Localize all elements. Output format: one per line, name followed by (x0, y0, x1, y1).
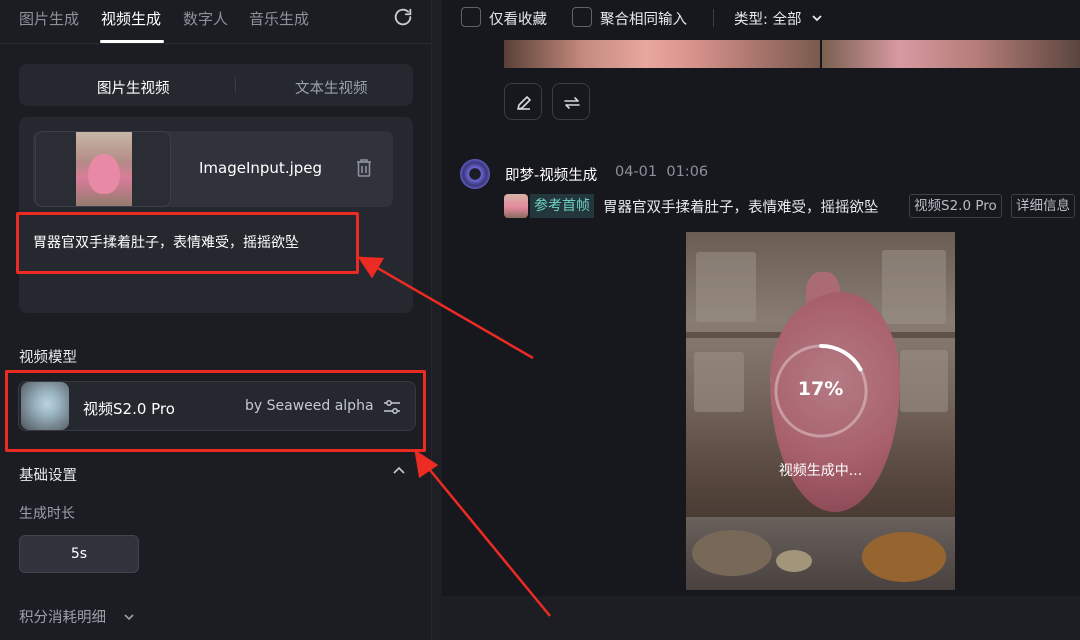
uploaded-image-thumbnail[interactable] (35, 131, 171, 207)
chevron-down-icon[interactable] (810, 10, 824, 24)
duration-label: 生成时长 (19, 506, 75, 522)
left-panel: 图片生成 视频生成 数字人 音乐生成 图片生视频 文本生视频 ImageInpu… (0, 0, 432, 640)
favorites-only-label[interactable]: 仅看收藏 (489, 8, 547, 29)
arrow-to-model (424, 463, 551, 617)
filter-separator (713, 9, 714, 27)
details-pill[interactable]: 详细信息 (1011, 194, 1075, 218)
reference-frame-thumbnail[interactable] (504, 194, 528, 218)
task-time: 01:06 (666, 164, 709, 180)
uploaded-file-card: ImageInput.jpeg (33, 131, 393, 207)
video-model-label: 视频模型 (19, 350, 77, 366)
reference-frame-tag[interactable]: 参考首帧 (530, 194, 594, 218)
chevron-up-icon[interactable] (391, 463, 407, 479)
merge-input-checkbox[interactable] (572, 7, 592, 27)
model-highlight-box (5, 370, 426, 452)
refresh-icon[interactable] (392, 6, 414, 28)
generating-status: 视频生成中... (778, 463, 863, 479)
model-pill: 视频S2.0 Pro (909, 194, 1002, 218)
trash-icon[interactable] (355, 158, 373, 178)
task-date: 04-01 (615, 164, 658, 180)
generation-mode-switch: 图片生视频 文本生视频 (19, 64, 413, 106)
previous-video-2[interactable] (822, 40, 1080, 68)
thumbnail-picture (76, 132, 132, 206)
top-nav: 图片生成 视频生成 数字人 音乐生成 (0, 0, 432, 44)
previous-video-1[interactable] (504, 40, 820, 68)
mode-image-to-video[interactable]: 图片生视频 (97, 77, 170, 98)
tab-image-generation[interactable]: 图片生成 (19, 8, 79, 29)
duration-button[interactable]: 5s (19, 535, 139, 573)
bottom-band (442, 596, 1080, 640)
previous-result-strip[interactable] (504, 40, 1080, 68)
mode-text-to-video[interactable]: 文本生视频 (295, 77, 368, 98)
panel-gap (432, 0, 442, 640)
author-avatar (460, 159, 490, 189)
task-timestamp: 04-01 01:06 (615, 164, 708, 180)
uploaded-filename: ImageInput.jpeg (199, 159, 323, 177)
cost-details-toggle[interactable]: 积分消耗明细 (19, 606, 106, 627)
merge-same-input-label[interactable]: 聚合相同输入 (600, 8, 687, 29)
progress-percent: 17% (797, 378, 844, 400)
basic-settings-label: 基础设置 (19, 468, 77, 484)
task-author: 即梦-视频生成 (505, 168, 598, 184)
tab-music-generation[interactable]: 音乐生成 (249, 8, 309, 29)
mode-divider (235, 77, 236, 93)
video-generating-preview[interactable]: 17% 视频生成中... (686, 232, 955, 590)
type-filter[interactable]: 类型: 全部 (734, 8, 802, 29)
active-tab-indicator (100, 40, 164, 43)
tab-video-generation[interactable]: 视频生成 (101, 8, 161, 29)
chevron-down-icon[interactable] (122, 609, 136, 623)
regenerate-button[interactable] (552, 83, 590, 120)
favorites-checkbox[interactable] (461, 7, 481, 27)
task-description: 胃器官双手揉着肚子，表情难受，摇摇欲坠 (603, 200, 879, 216)
tab-digital-human[interactable]: 数字人 (183, 8, 228, 29)
prompt-highlight-box (16, 212, 359, 274)
edit-button[interactable] (504, 83, 542, 120)
